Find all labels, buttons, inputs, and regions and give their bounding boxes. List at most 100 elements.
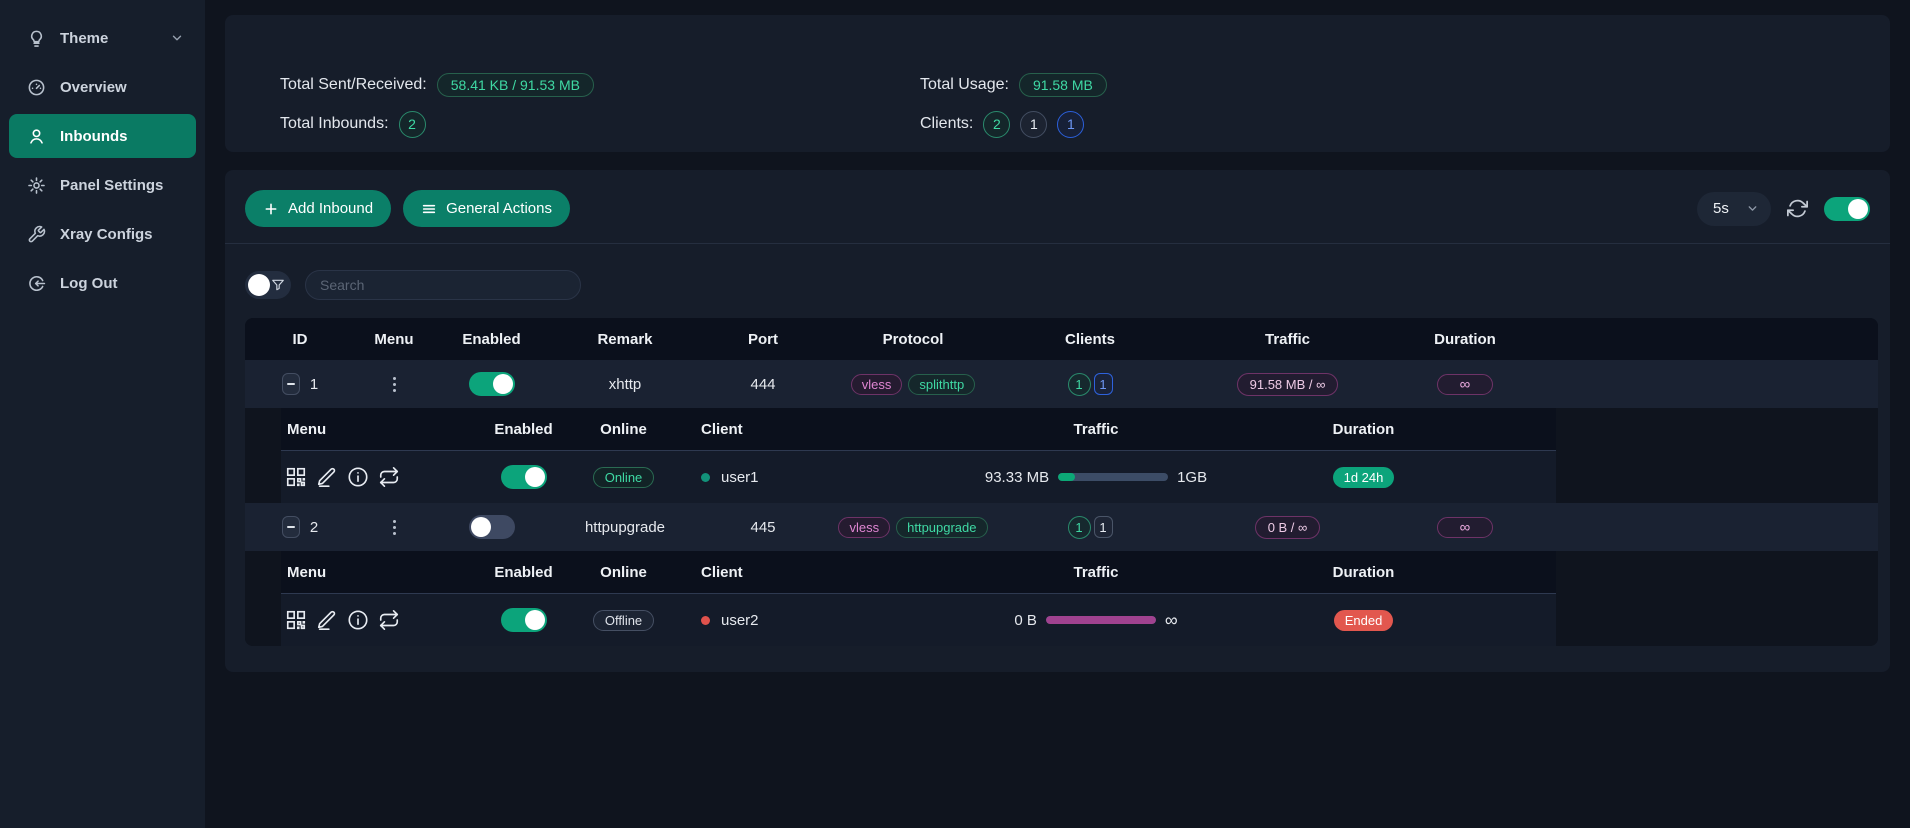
gear-icon — [26, 175, 46, 195]
traffic-used: 93.33 MB — [985, 469, 1049, 486]
sidebar-item-panel-settings[interactable]: Panel Settings — [9, 163, 196, 207]
stat-label: Total Usage: — [920, 76, 1009, 94]
client-status-dot — [701, 616, 710, 625]
clients-cell: 1 1 — [1000, 373, 1180, 396]
col-header-port: Port — [700, 331, 826, 348]
search-input[interactable] — [305, 270, 581, 300]
qr-code-icon[interactable] — [285, 609, 307, 631]
info-icon[interactable] — [347, 609, 369, 631]
refresh-interval-select[interactable]: 5s — [1697, 192, 1771, 226]
sidebar-item-theme[interactable]: Theme — [9, 16, 196, 60]
minus-icon — [287, 383, 295, 385]
inbound-remark: xhttp — [550, 376, 700, 393]
toggle-knob — [1848, 199, 1868, 219]
col-header-id: ID — [245, 331, 355, 348]
collapse-row-button[interactable] — [282, 373, 300, 395]
add-inbound-label: Add Inbound — [288, 200, 373, 217]
client-menu-icons — [281, 609, 461, 631]
sidebar-item-logout[interactable]: Log Out — [9, 261, 196, 305]
info-icon[interactable] — [347, 466, 369, 488]
protocol-tag: vless — [851, 374, 903, 395]
client-enabled-toggle[interactable] — [501, 608, 547, 632]
client-menu-icons — [281, 466, 461, 488]
filter-toggle[interactable] — [245, 271, 291, 299]
expanded-clients-inbound-1: Menu Enabled Online Client Traffic Durat… — [245, 408, 1878, 503]
row-menu-button[interactable] — [393, 377, 396, 392]
sub-col-header-menu: Menu — [281, 421, 461, 438]
clients-deactivated-badge: 1 — [1020, 111, 1047, 138]
toolbar-divider — [225, 243, 1890, 244]
table-row-inbound-2: 2 httpupgrade 445 vless httpupgrade 1 1 … — [245, 503, 1878, 551]
client-enabled-toggle[interactable] — [501, 465, 547, 489]
sub-col-header-traffic: Traffic — [901, 564, 1291, 581]
inbound-enabled-toggle[interactable] — [469, 515, 515, 539]
client-status-dot — [701, 473, 710, 482]
refresh-interval-value: 5s — [1713, 200, 1729, 217]
sub-col-header-duration: Duration — [1291, 421, 1436, 438]
collapse-row-button[interactable] — [282, 516, 300, 538]
inbound-port: 445 — [700, 519, 826, 536]
clients-sub-table: Menu Enabled Online Client Traffic Durat… — [281, 551, 1556, 646]
duration-badge: ∞ — [1437, 517, 1494, 538]
sub-col-header-enabled: Enabled — [461, 564, 586, 581]
toggle-knob — [471, 517, 491, 537]
sub-col-header-duration: Duration — [1291, 564, 1436, 581]
traffic-badge: 91.58 MB / ∞ — [1237, 373, 1339, 396]
inbound-enabled-toggle[interactable] — [469, 372, 515, 396]
client-row-user1: Online user1 93.33 MB 1GB 1d 24h — [281, 450, 1556, 503]
traffic-total: 1GB — [1177, 469, 1207, 486]
online-status-badge: Offline — [593, 610, 654, 631]
traffic-progress-bar — [1046, 616, 1156, 624]
refresh-icon[interactable] — [1787, 198, 1808, 219]
reset-traffic-icon[interactable] — [378, 609, 400, 631]
sidebar-item-label: Log Out — [60, 275, 117, 292]
auto-refresh-toggle[interactable] — [1824, 197, 1870, 221]
col-header-enabled: Enabled — [433, 331, 550, 348]
sidebar-item-xray-configs[interactable]: Xray Configs — [9, 212, 196, 256]
online-status-badge: Online — [593, 467, 655, 488]
client-cell: user1 — [661, 469, 901, 486]
clients-total-badge: 2 — [983, 111, 1010, 138]
client-duration-badge: 1d 24h — [1333, 467, 1395, 488]
edit-pencil-icon[interactable] — [316, 609, 338, 631]
inbound-id: 2 — [310, 519, 318, 536]
stat-total-usage: Total Usage: 91.58 MB — [920, 71, 1107, 99]
toggle-knob — [525, 610, 545, 630]
inbound-port: 444 — [700, 376, 826, 393]
reset-traffic-icon[interactable] — [378, 466, 400, 488]
qr-code-icon[interactable] — [285, 466, 307, 488]
expanded-clients-inbound-2: Menu Enabled Online Client Traffic Durat… — [245, 551, 1878, 646]
sidebar-item-inbounds[interactable]: Inbounds — [9, 114, 196, 158]
client-count-badge: 1 — [1068, 516, 1091, 539]
chevron-down-icon — [1746, 202, 1759, 215]
add-inbound-button[interactable]: Add Inbound — [245, 190, 391, 227]
col-header-menu: Menu — [355, 331, 433, 348]
sub-table-header-row: Menu Enabled Online Client Traffic Durat… — [281, 408, 1556, 450]
traffic-used: 0 B — [1014, 612, 1037, 629]
stat-label: Total Sent/Received: — [280, 76, 427, 94]
stat-label: Total Inbounds: — [280, 115, 389, 133]
sub-col-header-client: Client — [661, 421, 901, 438]
sidebar-item-label: Inbounds — [60, 128, 128, 145]
col-header-remark: Remark — [550, 331, 700, 348]
traffic-progress-fill — [1058, 473, 1075, 481]
protocol-cell: vless splithttp — [826, 374, 1000, 395]
stat-count-badge: 2 — [399, 111, 426, 138]
row-menu-button[interactable] — [393, 520, 396, 535]
table-header-row: ID Menu Enabled Remark Port Protocol Cli… — [245, 318, 1878, 360]
wrench-icon — [26, 224, 46, 244]
transport-tag: httpupgrade — [896, 517, 987, 538]
inbounds-card: Add Inbound General Actions 5s — [225, 170, 1890, 672]
client-duration-badge: Ended — [1334, 610, 1394, 631]
client-online-badge: 1 — [1094, 516, 1113, 538]
filter-funnel-icon — [271, 278, 285, 292]
id-cell: 1 — [245, 373, 355, 395]
general-actions-label: General Actions — [446, 200, 552, 217]
general-actions-button[interactable]: General Actions — [403, 190, 570, 227]
toolbar: Add Inbound General Actions 5s — [225, 170, 1890, 243]
traffic-progress-bar — [1058, 473, 1168, 481]
edit-pencil-icon[interactable] — [316, 466, 338, 488]
sidebar-item-overview[interactable]: Overview — [9, 65, 196, 109]
menu-lines-icon — [421, 201, 437, 217]
col-header-protocol: Protocol — [826, 331, 1000, 348]
